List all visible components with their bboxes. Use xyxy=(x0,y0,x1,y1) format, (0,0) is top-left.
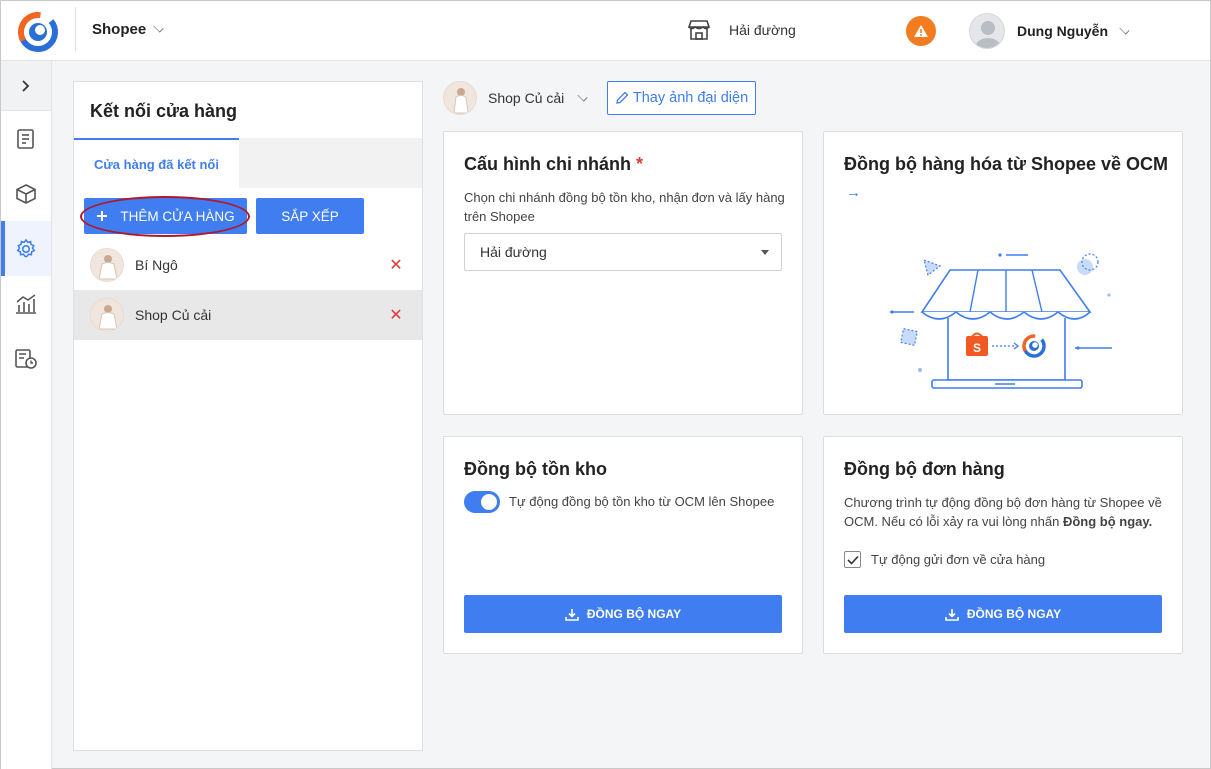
stock-sync-title: Đồng bộ tồn kho xyxy=(464,459,607,479)
branch-card-title: Cấu hình chi nhánh xyxy=(464,154,631,174)
sync-button-label: ĐỒNG BỘ NGAY xyxy=(586,607,682,621)
top-bar: Shopee Hải đường Dung Nguyễn xyxy=(1,1,1210,61)
app-window: Shopee Hải đường Dung Nguyễn Kết nối cửa… xyxy=(0,0,1211,769)
store-connection-panel: Kết nối cửa hàng Cửa hàng đã kết nối THÊ… xyxy=(73,81,423,751)
download-icon xyxy=(945,608,959,621)
store-list-item[interactable]: Bí Ngô ✕ xyxy=(74,240,422,290)
card-description: Chọn chi nhánh đồng bộ tồn kho, nhận đơn… xyxy=(464,190,785,224)
channel-selector[interactable]: Shopee xyxy=(92,21,164,38)
toggle-label: Tự động đồng bộ tồn kho từ OCM lên Shope… xyxy=(509,494,775,509)
branch-name: Hải đường xyxy=(729,22,796,38)
branch-select[interactable]: Hải đường xyxy=(464,233,782,271)
chevron-down-icon xyxy=(577,90,588,102)
sidebar-expand-button[interactable] xyxy=(1,61,51,111)
app-logo-icon[interactable] xyxy=(17,11,59,53)
shop-name: Shop Củ cải xyxy=(488,90,565,106)
shop-avatar xyxy=(443,81,477,115)
add-store-button[interactable]: THÊM CỬA HÀNG xyxy=(84,198,247,234)
required-mark: * xyxy=(636,154,644,174)
branch-select-value: Hải đường xyxy=(480,244,547,260)
store-sync-illustration: S xyxy=(890,253,1112,389)
delete-icon[interactable]: ✕ xyxy=(386,305,406,325)
product-sync-card: Đồng bộ hàng hóa từ Shopee về OCM → S xyxy=(823,131,1183,415)
sidebar-item-analytics[interactable] xyxy=(1,276,51,331)
sidebar-item-reports[interactable] xyxy=(1,331,51,386)
sort-button[interactable]: SẮP XẾP xyxy=(256,198,364,234)
warning-icon[interactable] xyxy=(906,16,936,46)
user-name: Dung Nguyễn xyxy=(1017,23,1108,39)
store-list-item[interactable]: Shop Củ cải ✕ xyxy=(74,290,422,340)
svg-text:S: S xyxy=(973,341,981,355)
delete-icon[interactable]: ✕ xyxy=(386,255,406,275)
branch-selector[interactable]: Hải đường xyxy=(687,19,796,41)
branch-config-card: Cấu hình chi nhánh * Chọn chi nhánh đồng… xyxy=(443,131,803,415)
checkbox-label: Tự động gửi đơn về cửa hàng xyxy=(871,552,1046,567)
stock-sync-card: Đồng bộ tồn kho Tự động đồng bộ tồn kho … xyxy=(443,436,803,654)
sync-orders-now-button[interactable]: ĐỒNG BỘ NGAY xyxy=(844,595,1162,633)
box-icon xyxy=(16,183,36,204)
tabs-row: Cửa hàng đã kết nối xyxy=(74,138,422,188)
order-list-icon xyxy=(17,128,34,149)
settings-icon xyxy=(16,238,36,257)
change-avatar-label: Thay ảnh đại diện xyxy=(632,90,749,106)
change-avatar-button[interactable]: Thay ảnh đại diện xyxy=(607,81,756,115)
header-divider xyxy=(75,7,76,51)
plus-icon xyxy=(97,211,108,221)
panel-title: Kết nối cửa hàng xyxy=(90,101,238,121)
user-avatar xyxy=(969,13,1005,49)
sync-stock-now-button[interactable]: ĐỒNG BỘ NGAY xyxy=(464,595,782,633)
chevron-down-icon xyxy=(1119,23,1130,35)
sidebar-item-products[interactable] xyxy=(1,166,51,221)
user-menu[interactable]: Dung Nguyễn xyxy=(969,13,1130,49)
sidebar-item-orders[interactable] xyxy=(1,111,51,166)
chevron-right-icon xyxy=(22,79,30,92)
auto-stock-sync-toggle[interactable] xyxy=(464,491,500,513)
card-description: Chương trình tự động đồng bộ đơn hàng từ… xyxy=(844,493,1174,531)
sync-button-label: ĐỒNG BỘ NGAY xyxy=(966,607,1062,621)
arrow-right-icon[interactable]: → xyxy=(846,184,861,201)
store-name: Bí Ngô xyxy=(135,257,178,273)
pencil-icon xyxy=(616,91,629,104)
add-store-label: THÊM CỬA HÀNG xyxy=(120,208,235,224)
download-icon xyxy=(565,608,579,621)
shop-selector[interactable]: Shop Củ cải xyxy=(443,81,588,115)
sidebar xyxy=(1,61,52,769)
store-avatar xyxy=(90,298,124,332)
caret-down-icon xyxy=(761,250,769,255)
chevron-down-icon xyxy=(153,22,164,33)
report-clock-icon xyxy=(15,348,37,369)
sidebar-item-settings[interactable] xyxy=(1,221,51,276)
store-avatar xyxy=(90,248,124,282)
order-sync-description-bold: Đồng bộ ngay. xyxy=(1062,514,1153,529)
product-sync-title: Đồng bộ hàng hóa từ Shopee về OCM xyxy=(844,154,1169,174)
store-icon xyxy=(687,20,711,40)
analytics-icon xyxy=(16,293,36,314)
checkmark-icon xyxy=(846,555,859,565)
card-title: Cấu hình chi nhánh * xyxy=(464,154,643,175)
order-sync-title: Đồng bộ đơn hàng xyxy=(844,459,1005,479)
channel-name: Shopee xyxy=(92,21,147,38)
order-sync-card: Đồng bộ đơn hàng Chương trình tự động đồ… xyxy=(823,436,1183,654)
store-name: Shop Củ cải xyxy=(135,307,212,323)
auto-send-order-checkbox[interactable] xyxy=(844,551,861,568)
tab-connected-stores[interactable]: Cửa hàng đã kết nối xyxy=(74,138,239,188)
